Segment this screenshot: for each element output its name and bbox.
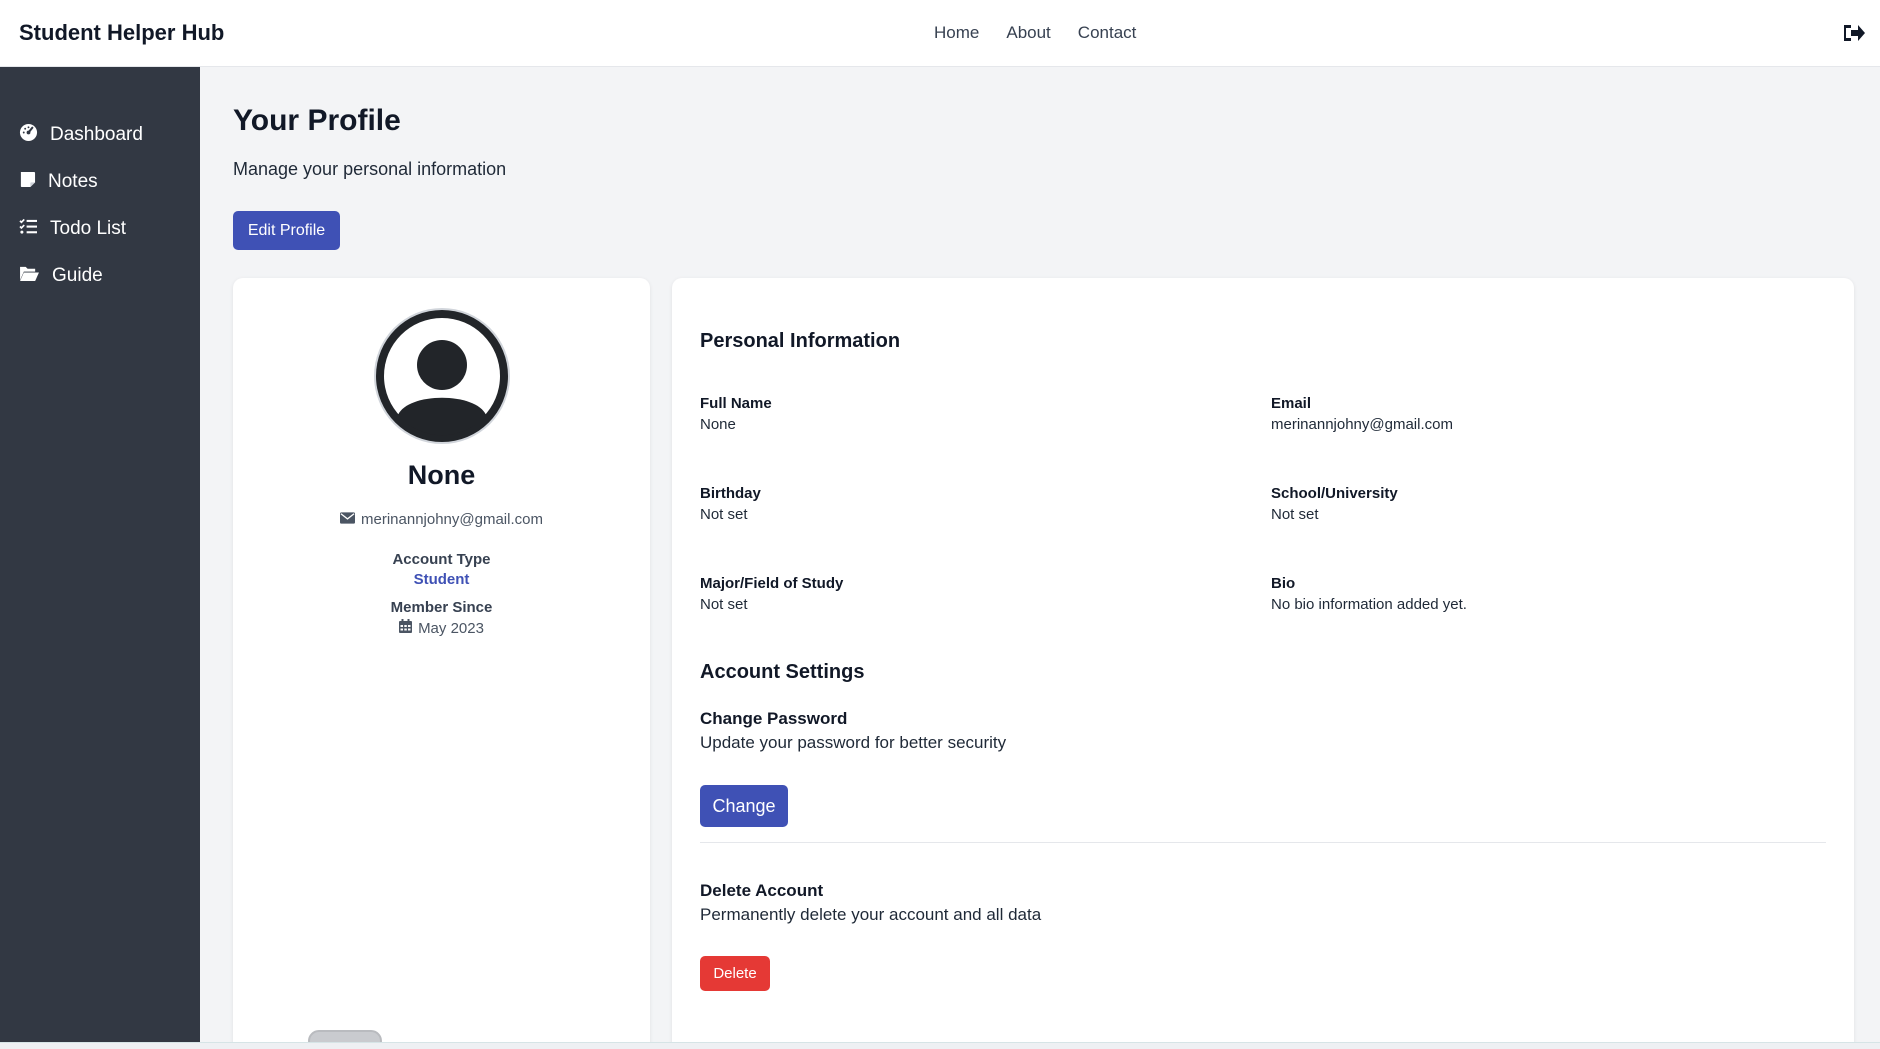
field-label-birthday: Birthday (700, 485, 761, 502)
info-card: Personal Information Full Name None Emai… (672, 278, 1854, 1049)
field-label-email: Email (1271, 395, 1312, 412)
field-value-major: Not set (700, 596, 748, 613)
sidebar-item-guide[interactable]: Guide (19, 261, 103, 291)
divider (700, 842, 1826, 843)
field-value-full-name: None (700, 416, 736, 433)
edit-profile-button[interactable]: Edit Profile (233, 211, 340, 250)
sidebar-item-notes[interactable]: Notes (19, 167, 98, 197)
delete-account-description: Permanently delete your account and all … (700, 905, 1042, 924)
member-since-label: Member Since (390, 599, 493, 616)
field-label-school: School/University (1271, 485, 1398, 502)
sidebar-item-label: Guide (52, 265, 103, 286)
sidebar-item-label: Todo List (50, 218, 127, 239)
calendar-icon (399, 619, 413, 637)
page-title: Your Profile (233, 104, 401, 137)
sign-out-icon[interactable] (1842, 22, 1866, 44)
user-circle-icon (373, 307, 511, 445)
member-since-text: May 2023 (418, 619, 484, 637)
delete-account-button[interactable]: Delete (700, 956, 770, 991)
profile-email: merinannjohny@gmail.com (233, 511, 650, 528)
envelope-icon (340, 511, 355, 528)
change-password-button[interactable]: Change (700, 785, 788, 827)
page-subtitle: Manage your personal information (233, 159, 507, 179)
top-nav: Home About Contact (934, 23, 1136, 43)
tachometer-icon (19, 123, 38, 148)
field-value-bio: No bio information added yet. (1271, 596, 1467, 613)
sidebar-item-label: Notes (48, 171, 98, 192)
folder-open-icon (19, 265, 40, 288)
profile-card: None merinannjohny@gmail.com Account Typ… (233, 278, 650, 1049)
field-value-email: merinannjohny@gmail.com (1271, 416, 1453, 433)
sidebar: Dashboard Notes Todo List Guide (0, 67, 200, 1042)
field-value-birthday: Not set (700, 506, 748, 523)
top-navbar: Student Helper Hub Home About Contact (0, 0, 1880, 67)
personal-info-title: Personal Information (700, 330, 901, 352)
brand-title[interactable]: Student Helper Hub (19, 20, 224, 46)
window-bottom-edge (0, 1042, 1880, 1049)
sidebar-item-todo-list[interactable]: Todo List (19, 214, 126, 244)
list-check-icon (19, 218, 38, 241)
sidebar-item-label: Dashboard (50, 124, 143, 145)
sticky-note-icon (19, 171, 36, 194)
sidebar-item-dashboard[interactable]: Dashboard (19, 120, 143, 150)
nav-about-link[interactable]: About (1006, 23, 1050, 43)
profile-email-text: merinannjohny@gmail.com (361, 511, 543, 528)
account-settings-title: Account Settings (700, 661, 865, 683)
account-type-value: Student (413, 571, 470, 588)
field-label-full-name: Full Name (700, 395, 772, 412)
change-password-title: Change Password (700, 709, 848, 728)
change-password-description: Update your password for better security (700, 733, 1007, 752)
field-label-major: Major/Field of Study (700, 575, 844, 592)
field-value-school: Not set (1271, 506, 1319, 523)
delete-account-title: Delete Account (700, 881, 824, 900)
profile-name: None (407, 460, 476, 490)
nav-home-link[interactable]: Home (934, 23, 979, 43)
account-type-label: Account Type (392, 551, 491, 568)
field-label-bio: Bio (1271, 575, 1296, 592)
member-since-value: May 2023 (233, 619, 650, 637)
nav-contact-link[interactable]: Contact (1078, 23, 1137, 43)
